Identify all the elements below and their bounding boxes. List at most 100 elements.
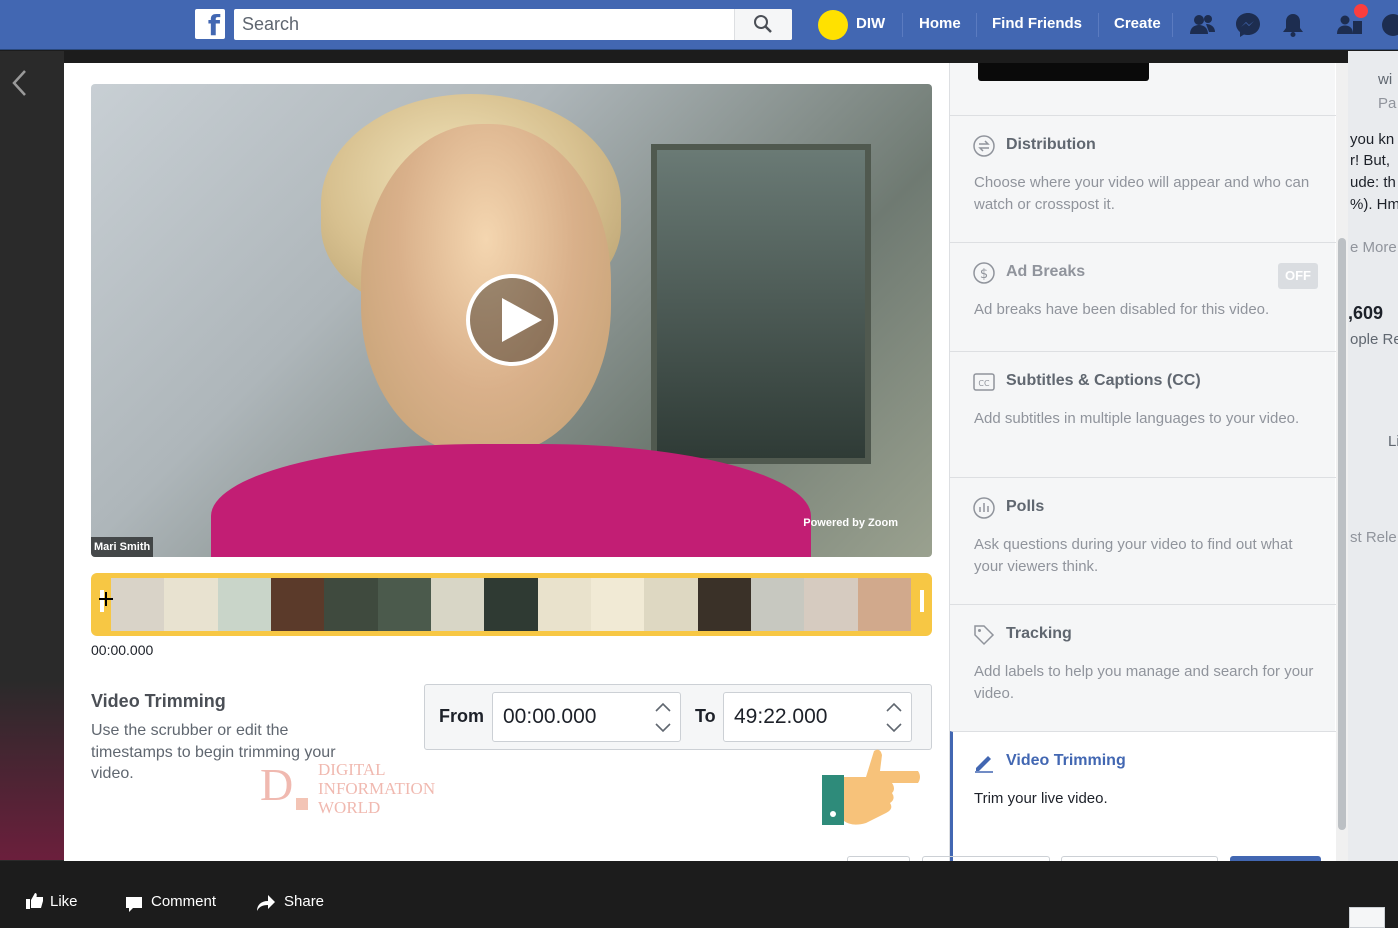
scrubber-end-handle[interactable] — [920, 590, 924, 612]
nav-divider — [1098, 13, 1099, 37]
sidebar-section-tracking[interactable]: Tracking Add labels to help you manage a… — [950, 604, 1336, 731]
search-box — [234, 9, 792, 40]
comment-icon — [126, 897, 142, 912]
scrubber-frame — [430, 578, 485, 631]
watermark-square — [296, 798, 308, 810]
like-button[interactable]: Like — [26, 893, 78, 910]
section-description: Add subtitles in multiple languages to y… — [974, 410, 1300, 427]
chevron-up-icon[interactable] — [654, 701, 672, 713]
scrubber-frame — [324, 578, 378, 631]
friend-requests-icon[interactable] — [1189, 12, 1217, 38]
nav-find-friends-link[interactable]: Find Friends — [992, 15, 1082, 32]
search-icon — [754, 15, 772, 33]
chevron-down-icon[interactable] — [885, 722, 903, 734]
to-time-field[interactable] — [723, 692, 912, 742]
watermark-text: DIGITAL INFORMATION WORLD — [318, 760, 435, 817]
thumbs-up-icon — [26, 893, 43, 909]
pen-icon — [975, 756, 993, 773]
search-button[interactable] — [734, 9, 792, 40]
feed-fragment: ,609 — [1348, 303, 1384, 323]
scrubber-frame — [697, 578, 751, 631]
nav-divider — [1172, 13, 1173, 37]
from-time-input[interactable] — [503, 705, 643, 729]
edit-video-dialog: Mari Smith Powered by Zoom 00:00.000 Vid… — [64, 63, 1348, 861]
search-input[interactable] — [234, 9, 734, 40]
ad-breaks-toggle[interactable]: OFF — [1278, 263, 1318, 289]
sidebar-section-subtitles[interactable]: CC Subtitles & Captions (CC) Add subtitl… — [950, 351, 1336, 477]
comment-label: Comment — [151, 893, 217, 910]
sidebar-section-distribution[interactable]: Distribution Choose where your video wil… — [950, 115, 1336, 242]
scrubber-timestamp: 00:00.000 — [91, 642, 154, 658]
scrubber-frame — [537, 578, 591, 631]
share-label: Share — [284, 893, 325, 910]
scrubber-frame — [590, 578, 645, 631]
section-title: Distribution — [1006, 136, 1096, 153]
profile-name-link[interactable]: DIW — [856, 15, 885, 32]
from-time-field[interactable] — [492, 692, 681, 742]
trim-scrubber[interactable] — [91, 573, 932, 636]
nav-divider — [976, 13, 977, 37]
dollar-icon: $ — [973, 262, 995, 284]
chevron-down-icon[interactable] — [654, 722, 672, 734]
feed-fragment: wi — [1378, 71, 1393, 88]
from-label: From — [439, 706, 484, 726]
to-label: To — [695, 706, 716, 726]
chevron-up-icon[interactable] — [885, 701, 903, 713]
powered-by-label: Powered by Zoom — [803, 517, 898, 529]
sidebar-scrollbar[interactable] — [1336, 63, 1348, 861]
sidebar-section-polls[interactable]: Polls Ask questions during your video to… — [950, 477, 1336, 604]
share-button[interactable]: Share — [256, 893, 325, 911]
messenger-icon[interactable] — [1234, 12, 1262, 38]
globe-icon[interactable] — [1349, 907, 1385, 928]
sidebar-section-video-trimming[interactable]: Video Trimming Trim your live video. — [950, 731, 1336, 861]
feed-fragment: you kn — [1350, 131, 1395, 148]
play-button[interactable] — [466, 274, 558, 366]
play-icon — [502, 298, 542, 342]
comment-button[interactable]: Comment — [125, 893, 217, 912]
scrollbar-thumb[interactable] — [1338, 238, 1346, 830]
scrubber-frame — [217, 578, 271, 631]
profile-avatar[interactable] — [818, 10, 848, 40]
top-navigation-bar: f DIW Home Find Friends Create — [0, 0, 1398, 50]
pointing-hand-icon — [822, 749, 920, 825]
feed-fragment: Li — [1388, 433, 1398, 450]
section-description: Ask questions during your video to find … — [974, 536, 1293, 575]
scrubber-frame — [377, 578, 431, 631]
feed-fragment: %). Hm — [1350, 196, 1398, 213]
chevron-left-icon[interactable] — [10, 68, 30, 98]
like-label: Like — [50, 893, 78, 910]
section-description: Ad breaks have been disabled for this vi… — [974, 301, 1270, 318]
section-description: Add labels to help you manage and search… — [974, 663, 1314, 702]
backdrop-left-fade — [0, 680, 64, 860]
watermark-line: INFORMATION — [318, 779, 436, 798]
feed-fragment: st Rele — [1350, 529, 1397, 546]
feed-fragment: ude: th — [1350, 174, 1396, 191]
edit-options-sidebar: Distribution Choose where your video wil… — [949, 63, 1336, 861]
notifications-bell-icon[interactable] — [1280, 12, 1306, 38]
svg-text:CC: CC — [978, 379, 990, 388]
section-description: Choose where your video will appear and … — [974, 174, 1310, 213]
poll-icon — [973, 497, 995, 519]
move-cursor-icon — [99, 592, 113, 606]
help-icon[interactable] — [1380, 12, 1398, 38]
scrubber-frame — [270, 578, 325, 631]
thumbnail-preview — [978, 63, 1149, 81]
scrubber-frame — [164, 578, 218, 631]
section-title: Tracking — [1006, 625, 1072, 642]
facebook-logo-icon[interactable]: f — [195, 9, 225, 39]
nav-create-link[interactable]: Create — [1114, 15, 1161, 32]
feed-fragment: e More — [1350, 239, 1397, 256]
section-title: Video Trimming — [1006, 752, 1126, 769]
share-icon — [257, 895, 275, 911]
svg-text:$: $ — [980, 267, 988, 282]
sidebar-section-ad-breaks[interactable]: $ Ad Breaks OFF Ad breaks have been disa… — [950, 242, 1336, 351]
video-background-window — [651, 144, 871, 464]
watermark-line: DIGITAL — [318, 760, 386, 779]
nav-divider — [902, 13, 903, 37]
scrubber-frames — [111, 578, 911, 631]
to-time-input[interactable] — [734, 705, 874, 729]
nav-home-link[interactable]: Home — [919, 15, 961, 32]
video-player[interactable]: Mari Smith Powered by Zoom — [91, 84, 932, 557]
feed-fragment: r! But, — [1350, 152, 1391, 169]
feed-fragment: ople Re — [1350, 331, 1398, 348]
